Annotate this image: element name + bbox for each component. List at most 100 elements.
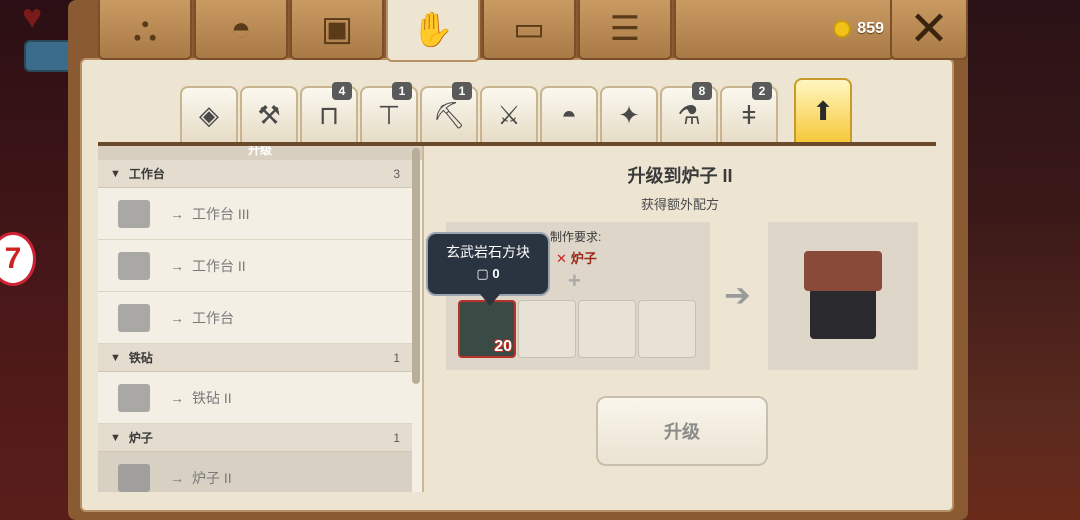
item-label: 工作台 II bbox=[192, 257, 246, 274]
category-name: 炉子 bbox=[128, 431, 153, 445]
chest-icon: ▣ bbox=[320, 10, 354, 48]
close-button[interactable]: ✕ bbox=[890, 0, 968, 60]
tab-tech-tree[interactable]: ⛬ bbox=[98, 0, 192, 60]
top-tab-bar: ⛬ ◓ ▣ ✋ ▭ ☰ 859 ✕ bbox=[62, 0, 972, 62]
subtab-torch[interactable]: ǂ2 bbox=[720, 82, 778, 144]
pickaxe-icon: ⛏ bbox=[432, 99, 466, 130]
helmet-icon: ◓ bbox=[561, 99, 577, 130]
workbench-icon bbox=[118, 199, 150, 228]
plus-icon: + bbox=[568, 268, 581, 293]
subtab-blocks[interactable]: ◈ bbox=[180, 86, 238, 144]
category-name: 工作台 bbox=[128, 167, 165, 181]
upgrade-arrow-icon: ⬆ bbox=[812, 95, 834, 126]
helmet-icon: ◓ bbox=[230, 9, 252, 48]
tooltip-name: 玄武岩石方块 bbox=[446, 244, 530, 260]
list-item[interactable]: → 工作台 II bbox=[98, 240, 412, 292]
close-icon: ✕ bbox=[908, 3, 950, 56]
subtab-badge: 1 bbox=[392, 82, 412, 100]
tab-quests[interactable]: ☰ bbox=[578, 0, 672, 60]
sword-icon: ⚔ bbox=[497, 99, 521, 130]
crafting-hand-icon: ✋ bbox=[411, 11, 455, 49]
recipe-list[interactable]: 升级 ▼ 工作台 3 → 工作台 III → 工作台 II → 工作台 ▼ 铁砧 1 → 铁砧 … bbox=[98, 146, 424, 492]
category-count: 1 bbox=[393, 350, 400, 365]
ingredient-slot[interactable] bbox=[518, 300, 576, 358]
list-item[interactable]: → 工作台 bbox=[98, 292, 412, 344]
subtab-magic[interactable]: ✦ bbox=[600, 86, 658, 144]
workbench-icon bbox=[118, 303, 150, 332]
subtab-armor[interactable]: ◓ bbox=[540, 86, 598, 144]
arrow-icon: → bbox=[170, 469, 184, 486]
requirement-item: ✕ 炉子 bbox=[556, 248, 597, 267]
slot-count: 20 bbox=[494, 338, 512, 355]
furnace-body bbox=[810, 287, 876, 339]
item-label: 工作台 III bbox=[192, 205, 250, 222]
arrow-icon: → bbox=[170, 309, 184, 326]
item-label: 工作台 bbox=[192, 309, 234, 326]
item-label: 炉子 II bbox=[192, 469, 232, 486]
potion-icon: ⚗ bbox=[677, 99, 701, 130]
tab-equipment[interactable]: ◓ bbox=[194, 0, 288, 60]
chevron-down-icon: ▼ bbox=[110, 431, 121, 444]
subtab-table[interactable]: ⊤ 1 bbox=[360, 82, 418, 144]
tooltip-quantity: ▢ 0 bbox=[428, 266, 548, 282]
tab-inventory[interactable]: ▣ bbox=[290, 0, 384, 60]
tooltip-quantity-value: 0 bbox=[492, 266, 500, 281]
subtab-upgrade[interactable]: ⬆ bbox=[794, 78, 852, 144]
table-icon: ⊤ bbox=[377, 99, 401, 130]
requirements-label: 制作要求: bbox=[550, 230, 602, 244]
category-name: 铁砧 bbox=[128, 351, 153, 365]
subtab-potions[interactable]: ⚗ 8 bbox=[660, 82, 718, 144]
subtab-badge: 8 bbox=[692, 82, 712, 100]
furnace-icon bbox=[118, 463, 150, 492]
item-tooltip: 玄武岩石方块 ▢ 0 bbox=[426, 232, 550, 306]
coin-count: 859 bbox=[857, 20, 884, 37]
item-label: 铁砧 II bbox=[192, 389, 232, 406]
list-item[interactable]: → 铁砧 II bbox=[98, 372, 412, 424]
torch-icon: ǂ bbox=[741, 99, 757, 130]
arrow-icon: → bbox=[170, 389, 184, 406]
upgrade-button[interactable]: 升级 bbox=[596, 396, 768, 466]
upgrade-subtitle: 获得额外配方 bbox=[640, 197, 719, 212]
arrow-right-icon: ➔ bbox=[724, 277, 751, 313]
tech-tree-icon: ⛬ bbox=[133, 9, 157, 48]
workbench-icon: ⊓ bbox=[318, 99, 340, 130]
tab-book[interactable]: ▭ bbox=[482, 0, 576, 60]
scroll-icon: ☰ bbox=[609, 10, 641, 48]
furnace-roof bbox=[804, 251, 882, 291]
missing-x-icon: ✕ bbox=[556, 251, 567, 266]
workbench-icon bbox=[118, 251, 150, 280]
anvil-icon bbox=[118, 383, 150, 412]
list-item[interactable]: → 工作台 III bbox=[98, 188, 412, 240]
requirement-name: 炉子 bbox=[570, 251, 597, 266]
category-furnace[interactable]: ▼ 炉子 1 bbox=[98, 424, 412, 452]
sparkle-icon: ✦ bbox=[618, 99, 640, 130]
subtab-badge: 1 bbox=[452, 82, 472, 100]
chevron-down-icon: ▼ bbox=[110, 351, 121, 364]
arrow-icon: → bbox=[170, 257, 184, 274]
subtab-pickaxe[interactable]: ⛏ 1 bbox=[420, 82, 478, 144]
subtab-workbench[interactable]: ⊓ 4 bbox=[300, 82, 358, 144]
result-preview bbox=[768, 222, 918, 370]
subtab-bar: ◈ ⚒ ⊓ 4 ⊤ 1 ⛏ 1 ⚔ ◓ ✦ ⚗ 8 ǂ2 ⬆ bbox=[180, 78, 860, 144]
category-workbench[interactable]: ▼ 工作台 3 bbox=[98, 160, 412, 188]
tooltip-pointer bbox=[480, 294, 500, 306]
category-count: 3 bbox=[393, 166, 400, 181]
heart-icon: ♥ bbox=[22, 0, 43, 36]
chevron-down-icon: ▼ bbox=[110, 167, 121, 180]
ingredient-slot[interactable]: 20 bbox=[458, 300, 516, 358]
list-item-selected[interactable]: → 炉子 II bbox=[98, 452, 412, 492]
coin-icon bbox=[833, 20, 852, 38]
block-icon: ◈ bbox=[199, 99, 219, 130]
tools-icon: ⚒ bbox=[257, 99, 281, 130]
subtab-sword[interactable]: ⚔ bbox=[480, 86, 538, 144]
subtab-tools[interactable]: ⚒ bbox=[240, 86, 298, 144]
list-header: 升级 bbox=[98, 146, 422, 160]
ingredient-slot[interactable] bbox=[638, 300, 696, 358]
category-anvil[interactable]: ▼ 铁砧 1 bbox=[98, 344, 412, 372]
scrollbar[interactable] bbox=[412, 148, 420, 384]
book-icon: ▭ bbox=[512, 10, 546, 48]
background-right bbox=[960, 0, 1080, 520]
ingredient-slot[interactable] bbox=[578, 300, 636, 358]
tab-crafting[interactable]: ✋ bbox=[386, 0, 480, 62]
upgrade-title: 升级到炉子 II bbox=[627, 166, 733, 186]
